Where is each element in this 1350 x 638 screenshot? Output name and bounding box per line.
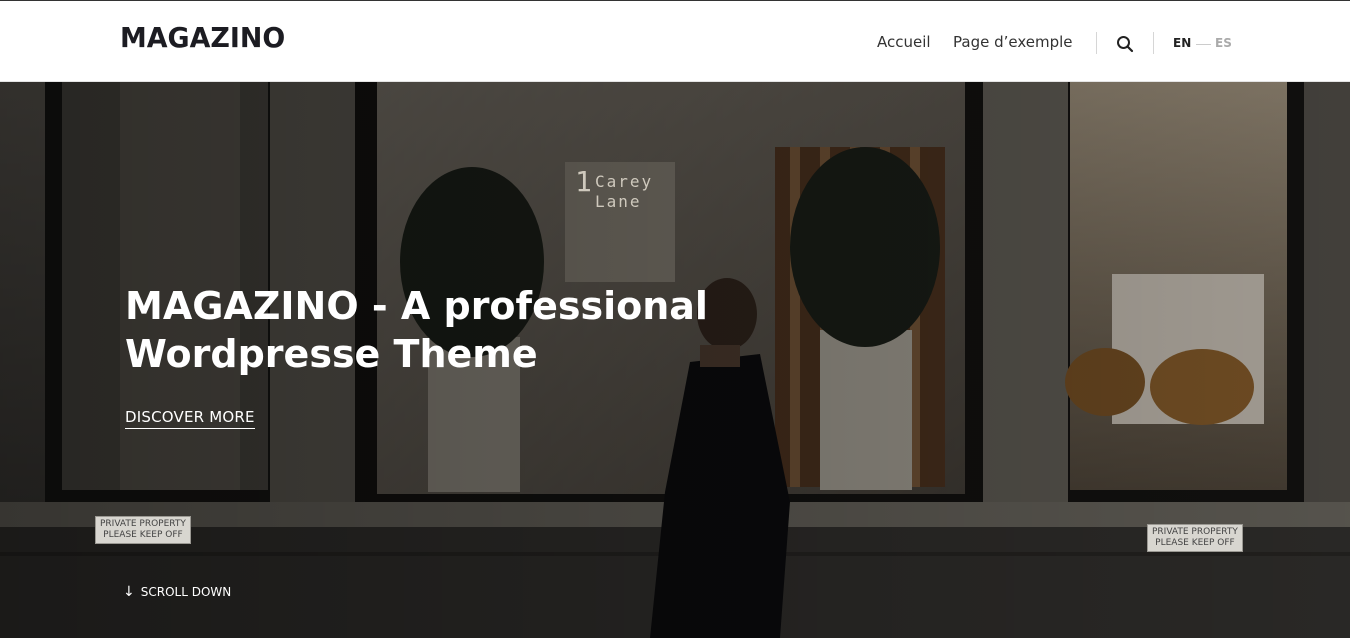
building-sign: 1 Carey Lane [575, 165, 654, 212]
nav-link-accueil[interactable]: Accueil [877, 33, 931, 51]
building-sign-line1: Carey [595, 172, 654, 191]
nav-divider [1096, 32, 1097, 54]
language-en[interactable]: EN [1173, 36, 1191, 50]
scroll-down-label: SCROLL DOWN [140, 585, 232, 599]
nav-link-page-exemple[interactable]: Page d’exemple [953, 33, 1073, 51]
hero-title-line1: MAGAZINO - A professional [125, 284, 708, 328]
search-icon[interactable] [1116, 35, 1134, 53]
building-sign-number: 1 [575, 165, 594, 198]
building-sign-line2: Lane [595, 192, 642, 211]
nav-divider [1153, 32, 1154, 54]
discover-more-link[interactable]: DISCOVER MORE [125, 408, 255, 429]
site-logo[interactable]: MAGAZINO [120, 21, 285, 54]
private-sign-line2: PLEASE KEEP OFF [103, 530, 183, 540]
private-sign-line2: PLEASE KEEP OFF [1155, 538, 1235, 548]
private-sign-line1: PRIVATE PROPERTY [1152, 527, 1238, 537]
site-header: MAGAZINO Accueil Page d’exemple EN ES [0, 0, 1350, 82]
scroll-down-link[interactable]: ↓ SCROLL DOWN [123, 584, 231, 600]
private-property-sign: PRIVATE PROPERTY PLEASE KEEP OFF [1147, 524, 1243, 552]
language-separator [1196, 44, 1211, 45]
private-sign-line1: PRIVATE PROPERTY [100, 519, 186, 529]
arrow-down-icon: ↓ [123, 584, 135, 600]
hero-title-line2: Wordpresse Theme [125, 332, 538, 376]
private-property-sign: PRIVATE PROPERTY PLEASE KEEP OFF [95, 516, 191, 544]
language-es[interactable]: ES [1215, 36, 1232, 50]
hero-title: MAGAZINO - A professional Wordpresse The… [125, 282, 725, 378]
hero-banner: 1 Carey Lane PRIVATE PROPERTY PLEASE KEE… [0, 82, 1350, 638]
